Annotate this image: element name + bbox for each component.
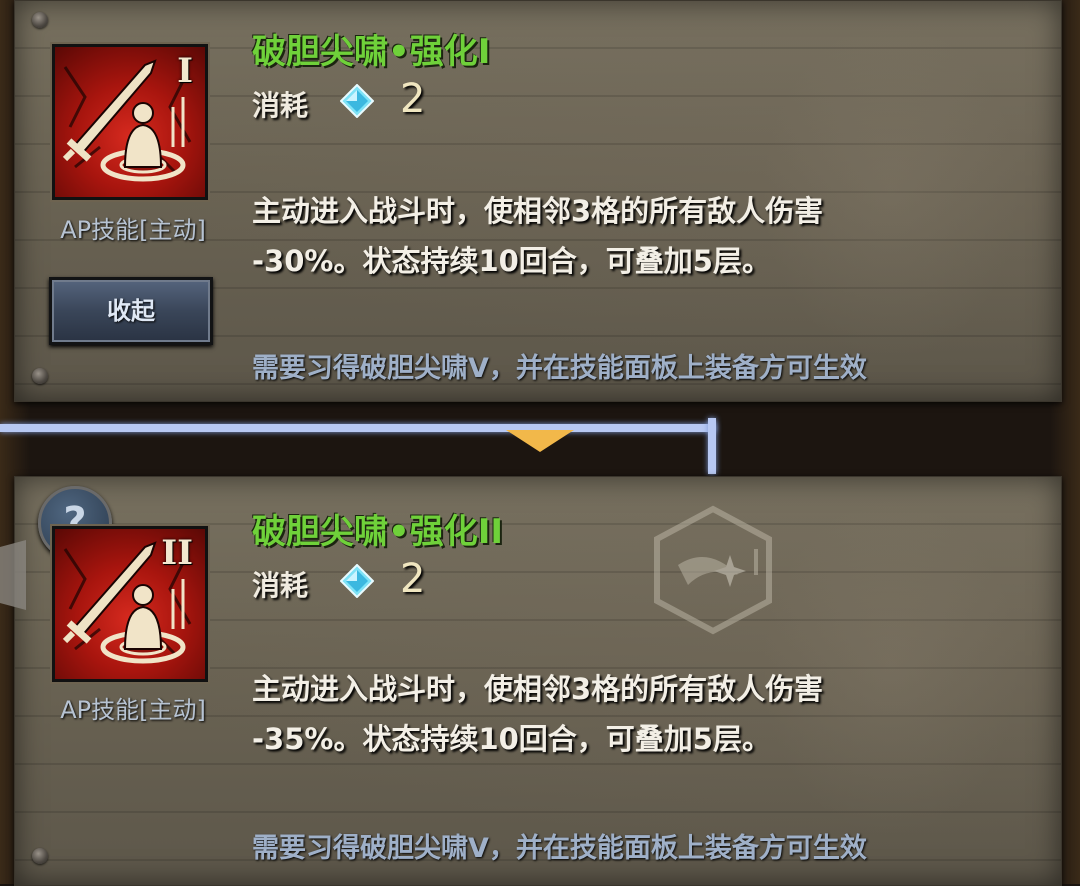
skill-icon-1[interactable]: I bbox=[50, 42, 210, 202]
cost-value: 2 bbox=[400, 556, 426, 602]
skill-description: 主动进入战斗时，使相邻3格的所有敌人伤害 -30%。状态持续10回合，可叠加5层… bbox=[252, 186, 952, 286]
skill-type-label: AP技能[主动] bbox=[60, 696, 206, 724]
link-line-horizontal bbox=[0, 424, 716, 432]
diamond-gem-icon bbox=[340, 564, 374, 598]
requirement-text: 需要习得破胆尖啸V，并在技能面板上装备方可生效 bbox=[252, 833, 867, 864]
description-line-2: -30%。状态持续10回合，可叠加5层。 bbox=[252, 244, 771, 278]
rivet-icon bbox=[32, 368, 48, 384]
description-line-2: -35%。状态持续10回合，可叠加5层。 bbox=[252, 722, 771, 756]
skill-level-roman: II bbox=[161, 533, 193, 573]
rivet-icon bbox=[32, 12, 48, 28]
rivet-icon bbox=[32, 848, 48, 864]
description-line-1: 主动进入战斗时，使相邻3格的所有敌人伤害 bbox=[252, 194, 824, 228]
description-line-1: 主动进入战斗时，使相邻3格的所有敌人伤害 bbox=[252, 672, 824, 706]
link-line-vertical bbox=[708, 418, 716, 474]
skill-type-label: AP技能[主动] bbox=[60, 216, 206, 244]
skill-icon-2[interactable]: II bbox=[50, 524, 210, 684]
cost-value: 2 bbox=[400, 76, 426, 122]
pointer-arrow-icon bbox=[506, 430, 574, 452]
skill-level-roman: I bbox=[177, 51, 193, 91]
collapse-button[interactable]: 收起 bbox=[49, 277, 213, 345]
requirement-text: 需要习得破胆尖啸V，并在技能面板上装备方可生效 bbox=[252, 353, 867, 384]
diamond-gem-icon bbox=[340, 84, 374, 118]
skill-description: 主动进入战斗时，使相邻3格的所有敌人伤害 -35%。状态持续10回合，可叠加5层… bbox=[252, 664, 952, 764]
side-tab-edge bbox=[0, 540, 26, 610]
cost-label: 消耗 bbox=[252, 569, 309, 602]
skill-title: 破胆尖啸•强化I bbox=[252, 32, 491, 72]
star-hexagon-emblem bbox=[654, 505, 772, 635]
cost-label: 消耗 bbox=[252, 89, 309, 122]
skill-title: 破胆尖啸•强化II bbox=[252, 512, 504, 552]
